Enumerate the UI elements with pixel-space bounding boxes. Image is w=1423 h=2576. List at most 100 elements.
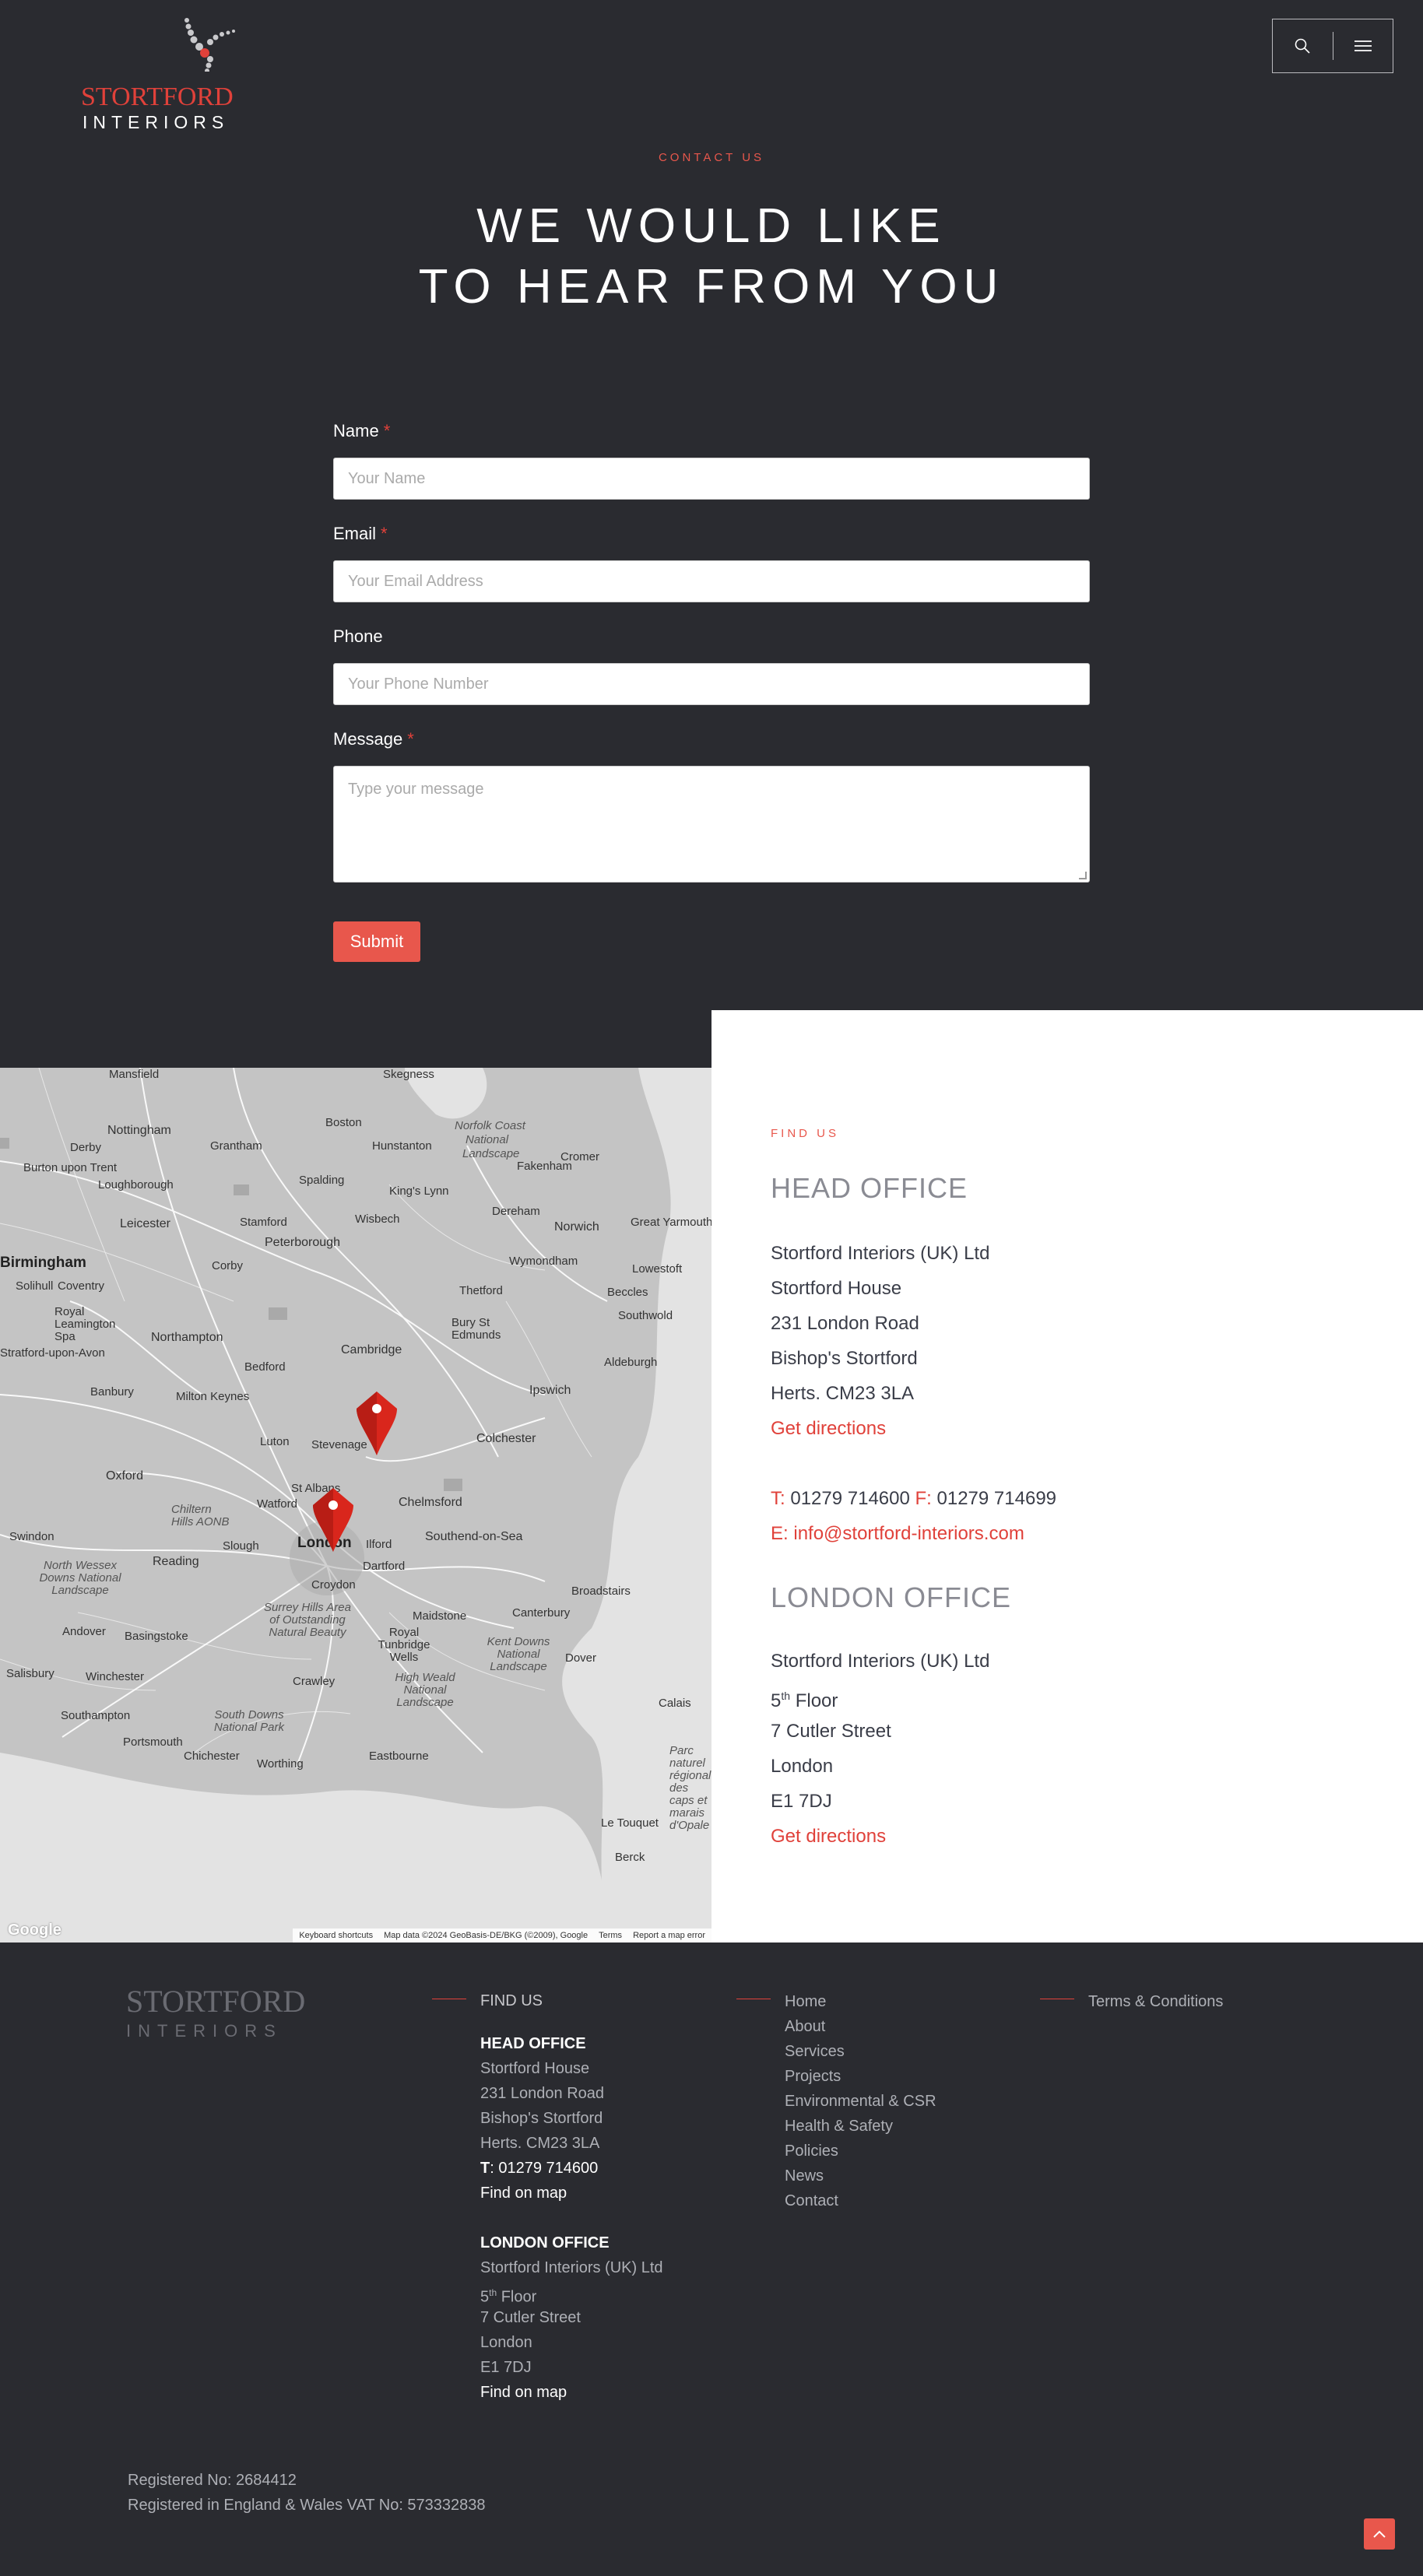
footer-legal: Terms & Conditions — [1040, 1989, 1223, 2014]
map-label: Boston — [325, 1116, 362, 1129]
map-label: Kent Downs National Landscape — [487, 1635, 550, 1673]
map-label: Coventry — [58, 1279, 105, 1293]
name-input[interactable]: Your Name — [333, 458, 1090, 500]
keyboard-shortcuts-link[interactable]: Keyboard shortcuts — [299, 1931, 373, 1940]
footer-head-office-label: HEAD OFFICE — [480, 2035, 586, 2052]
map-label: Chelmsford — [399, 1496, 462, 1509]
address-line: Stortford Interiors (UK) Ltd — [771, 1243, 990, 1264]
map-label: Berck — [615, 1851, 645, 1864]
search-button[interactable] — [1273, 19, 1333, 73]
menu-button[interactable] — [1333, 19, 1393, 73]
map-label: Thetford — [459, 1284, 503, 1297]
site-footer: STORTFORD INTERIORS FIND US HEAD OFFICE … — [0, 1943, 1423, 2576]
map-data-text: Map data ©2024 GeoBasis-DE/BKG (©2009), … — [384, 1931, 589, 1940]
footer-address-line: Stortford Interiors (UK) Ltd — [480, 2259, 663, 2276]
page-title: WE WOULD LIKE TO HEAR FROM YOU — [0, 196, 1423, 318]
address-line: E1 7DJ — [771, 1791, 832, 1812]
head-office-address: Stortford Interiors (UK) Ltd Stortford H… — [771, 1236, 1056, 1551]
map-label: Colchester — [476, 1432, 536, 1445]
header-buttons — [1272, 19, 1393, 73]
map-label: Maidstone — [413, 1609, 467, 1623]
map-label: Wymondham — [509, 1255, 578, 1268]
back-to-top-button[interactable] — [1364, 2518, 1395, 2550]
footer-nav-policies[interactable]: Policies — [785, 2139, 936, 2164]
email-label: Email * — [333, 524, 388, 543]
find-us-panel: FIND US HEAD OFFICE Stortford Interiors … — [712, 1010, 1423, 1943]
map-label: Royal Leamington Spa — [54, 1305, 116, 1343]
page-title-line2: TO HEAR FROM YOU — [418, 260, 1005, 314]
map-label: Northampton — [151, 1331, 223, 1344]
map-label: Broadstairs — [571, 1585, 631, 1598]
head-office-directions-link[interactable]: Get directions — [771, 1411, 1056, 1446]
telephone-link[interactable]: 01279 714600 — [790, 1488, 910, 1509]
phone-input[interactable]: Your Phone Number — [333, 663, 1090, 705]
map-pin-london-office-icon[interactable] — [311, 1486, 355, 1553]
map-label: Loughborough — [98, 1178, 174, 1191]
map-label: Southwold — [618, 1309, 673, 1322]
map-label: King's Lynn — [389, 1184, 449, 1198]
address-line: Bishop's Stortford — [771, 1348, 918, 1369]
footer-telephone[interactable]: T: 01279 714600 — [480, 2156, 663, 2181]
map-label: Norfolk Coast — [455, 1119, 525, 1132]
map-label: Bedford — [244, 1360, 286, 1374]
map-label: Surrey Hills Area of Outstanding Natural… — [264, 1601, 351, 1639]
map-label: Great Yarmouth — [631, 1216, 712, 1229]
contact-eyebrow: CONTACT US — [658, 151, 765, 164]
map-label: Mansfield — [109, 1068, 160, 1081]
map-label: Peterborough — [265, 1236, 340, 1249]
map-label: Stratford-upon-Avon — [0, 1346, 105, 1360]
footer-logo[interactable]: STORTFORD INTERIORS — [126, 1983, 305, 2041]
london-office-directions-link[interactable]: Get directions — [771, 1819, 989, 1854]
site-logo[interactable]: STORTFORD INTERIORS — [78, 17, 280, 134]
map-label: Chichester — [184, 1750, 240, 1763]
google-map[interactable]: Mansfield Skegness Nottingham Derby Bost… — [0, 1068, 712, 1943]
map-label: Wisbech — [355, 1213, 400, 1226]
footer-nav-environmental[interactable]: Environmental & CSR — [785, 2089, 936, 2114]
footer-nav-home[interactable]: Home — [785, 1989, 936, 2014]
footer-nav-health-safety[interactable]: Health & Safety — [785, 2114, 936, 2139]
map-label: Chiltern Hills AONB — [171, 1503, 230, 1528]
map-label: Skegness — [383, 1068, 434, 1081]
email-link[interactable]: info@stortford-interiors.com — [793, 1523, 1024, 1544]
message-textarea[interactable]: Type your message — [333, 766, 1090, 883]
map-pin-head-office-icon[interactable] — [355, 1390, 399, 1457]
map-background — [0, 1068, 712, 1943]
map-label: Solihull — [16, 1279, 54, 1293]
footer-address-line: Stortford House — [480, 2060, 590, 2077]
map-label: Salisbury — [6, 1667, 54, 1680]
footer-find-us-heading: FIND US — [480, 1992, 543, 2009]
map-label: North Wessex Downs National Landscape — [39, 1559, 121, 1597]
footer-address-line: 7 Cutler Street — [480, 2309, 581, 2326]
report-map-error-link[interactable]: Report a map error — [633, 1931, 705, 1940]
map-label: Calais — [659, 1697, 691, 1710]
london-office-address: Stortford Interiors (UK) Ltd 5th Floor 7… — [771, 1644, 989, 1854]
submit-button[interactable]: Submit — [333, 921, 420, 962]
address-line: Stortford Interiors (UK) Ltd — [771, 1651, 990, 1672]
footer-nav-contact[interactable]: Contact — [785, 2188, 936, 2213]
footer-nav-projects[interactable]: Projects — [785, 2064, 936, 2089]
footer-logo-top: STORTFORD — [126, 1984, 306, 2019]
email-input[interactable]: Your Email Address — [333, 560, 1090, 602]
map-label: Andover — [62, 1625, 106, 1638]
map-label: Spalding — [299, 1174, 345, 1187]
map-label: Basingstoke — [125, 1630, 188, 1643]
footer-head-office-map-link[interactable]: Find on map — [480, 2181, 663, 2206]
footer-nav: Home About Services Projects Environment… — [736, 1989, 936, 2213]
resize-grip-icon[interactable] — [1079, 872, 1087, 879]
footer-address-line: E1 7DJ — [480, 2359, 532, 2376]
london-office-title: LONDON OFFICE — [771, 1581, 1012, 1613]
map-label: Derby — [70, 1141, 102, 1154]
footer-nav-news[interactable]: News — [785, 2164, 936, 2188]
map-label: Beccles — [607, 1286, 648, 1299]
footer-nav-about[interactable]: About — [785, 2014, 936, 2039]
map-label: National — [466, 1133, 509, 1146]
footer-address-line: Bishop's Stortford — [480, 2110, 603, 2127]
map-terms-link[interactable]: Terms — [599, 1931, 622, 1940]
footer-london-office-map-link[interactable]: Find on map — [480, 2380, 663, 2405]
footer-terms-link[interactable]: Terms & Conditions — [1088, 1989, 1223, 2014]
map-label: Worthing — [257, 1757, 304, 1771]
registered-number: Registered No: 2684412 — [128, 2472, 297, 2489]
contact-form: Name * Your Name Email * Your Email Addres… — [333, 420, 1090, 962]
logo-dots-icon — [184, 18, 235, 72]
footer-nav-services[interactable]: Services — [785, 2039, 936, 2064]
